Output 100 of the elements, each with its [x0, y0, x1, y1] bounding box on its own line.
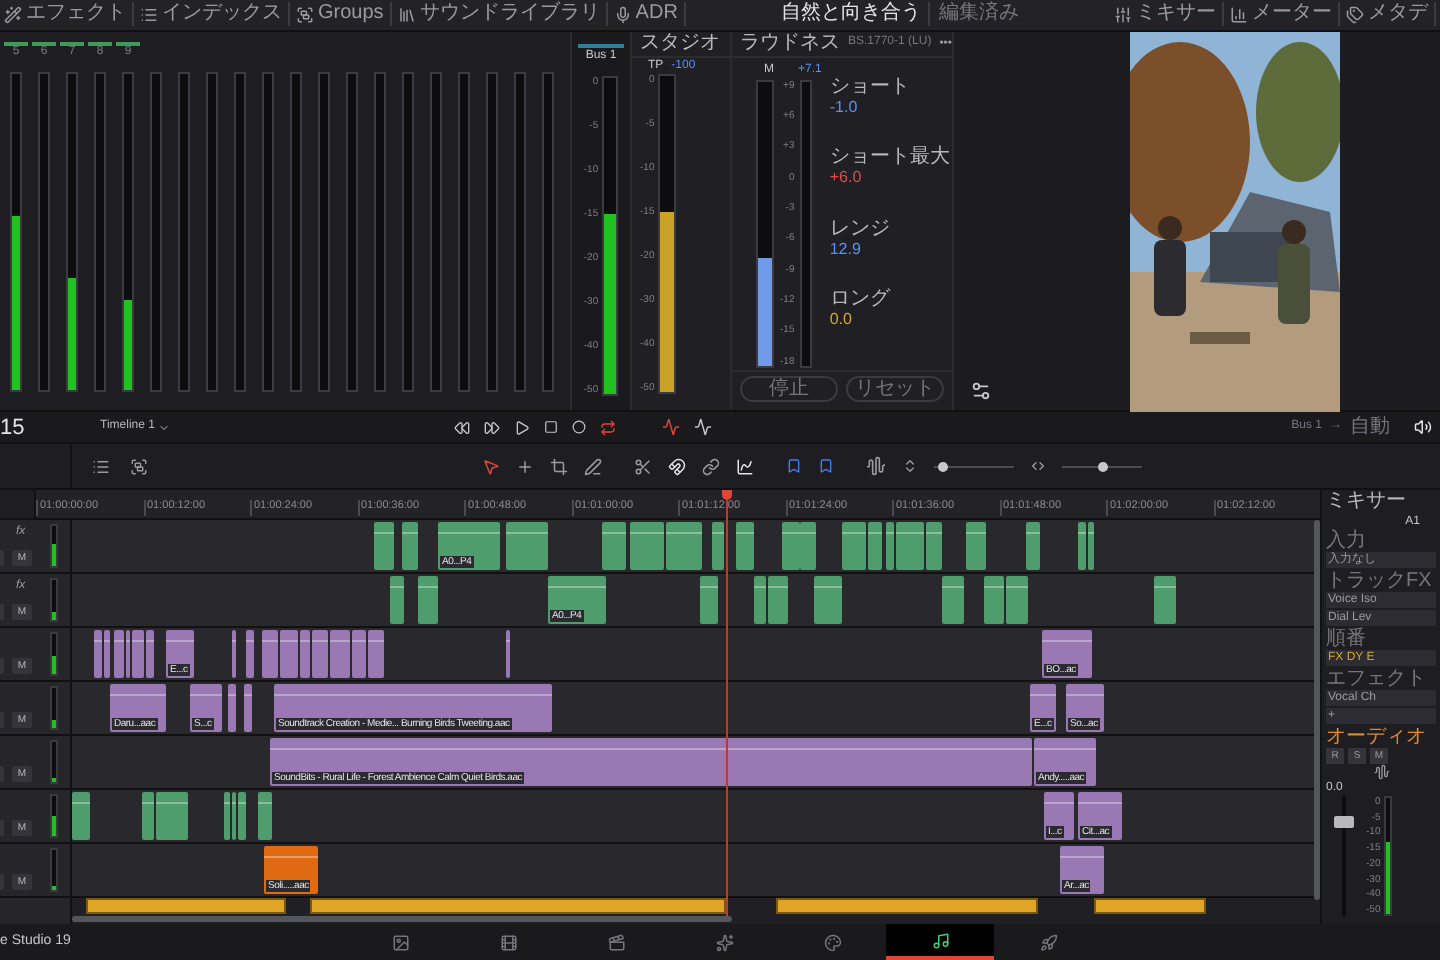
audio-clip[interactable] [146, 630, 154, 678]
audio-clip[interactable] [238, 792, 246, 840]
audio-clip[interactable] [224, 792, 230, 840]
audio-clip[interactable] [602, 522, 626, 570]
audio-clip[interactable] [1154, 576, 1176, 624]
scissors-icon[interactable] [634, 457, 652, 476]
settings-icon[interactable] [970, 379, 992, 402]
audio-clip[interactable] [262, 630, 278, 678]
stop-icon[interactable] [544, 420, 559, 435]
loudness-button[interactable]: 停止 [740, 375, 838, 402]
play-icon[interactable] [514, 419, 531, 436]
trim-icon[interactable] [550, 457, 568, 476]
audio-clip[interactable] [868, 522, 882, 570]
audio-clip[interactable] [800, 522, 816, 570]
audio-clip[interactable] [1088, 522, 1094, 570]
audio-clip[interactable] [754, 576, 766, 624]
marker-icon[interactable] [818, 458, 834, 475]
audio-clip[interactable] [886, 522, 894, 570]
master-clip[interactable] [310, 898, 726, 914]
loop-icon[interactable] [600, 419, 617, 436]
audio-clip[interactable] [842, 522, 866, 570]
width-icon[interactable] [1030, 458, 1046, 475]
zoom-slider-thumb[interactable] [937, 461, 948, 472]
bar-chart-icon[interactable] [1230, 5, 1249, 24]
audio-clip[interactable] [374, 522, 394, 570]
audio-clip[interactable] [402, 522, 418, 570]
audio-clip[interactable] [942, 576, 964, 624]
audio-clip[interactable] [228, 684, 236, 732]
audio-clip[interactable] [330, 630, 350, 678]
workspace-toggle-label[interactable]: メーター [1252, 2, 1333, 27]
audio-clip[interactable] [72, 792, 90, 840]
audio-clip[interactable] [712, 522, 724, 570]
audio-clip[interactable] [1026, 522, 1040, 570]
audio-clip[interactable] [280, 630, 298, 678]
audio-clip[interactable] [258, 792, 272, 840]
audio-clip[interactable] [368, 630, 384, 678]
audio-clip[interactable] [390, 576, 404, 624]
audio-clip[interactable] [700, 576, 718, 624]
audio-clip[interactable] [114, 630, 124, 678]
waveform-icon[interactable] [866, 456, 886, 477]
list-icon[interactable] [140, 5, 158, 24]
audio-clip[interactable] [1006, 576, 1028, 624]
pen-icon[interactable] [584, 457, 602, 476]
master-clip[interactable] [776, 898, 1038, 914]
vertical-scrollbar[interactable] [1314, 520, 1320, 900]
height-icon[interactable] [902, 458, 918, 475]
record-icon[interactable] [572, 420, 587, 435]
list-icon[interactable] [92, 457, 110, 476]
audio-clip[interactable] [782, 522, 800, 570]
audio-clip[interactable] [352, 630, 366, 678]
graph-icon[interactable] [736, 457, 754, 476]
link-icon[interactable] [702, 457, 720, 476]
audio-clip[interactable] [418, 576, 438, 624]
tags-icon[interactable] [1346, 5, 1365, 24]
page-tab[interactable] [886, 924, 994, 960]
audio-clip[interactable] [506, 522, 548, 570]
group-icon[interactable] [296, 5, 314, 24]
audio-clip[interactable] [814, 576, 842, 624]
panel-toggle-label[interactable]: Groups [318, 2, 384, 27]
audio-clip[interactable] [300, 630, 310, 678]
microphone-icon[interactable] [613, 5, 632, 24]
loudness-button[interactable]: リセット [846, 375, 944, 402]
audio-clip[interactable] [966, 522, 986, 570]
audio-clip[interactable] [984, 576, 1004, 624]
waveform-icon[interactable] [1373, 764, 1389, 780]
audio-clip[interactable] [1078, 522, 1086, 570]
fader-thumb[interactable] [1334, 816, 1354, 829]
pointer-icon[interactable] [482, 457, 500, 476]
audio-clip[interactable] [94, 630, 102, 678]
rewind-icon[interactable] [454, 419, 471, 436]
horizontal-scrollbar[interactable] [72, 916, 732, 922]
audio-clip[interactable] [132, 630, 144, 678]
audio-clip[interactable] [896, 522, 924, 570]
panel-toggle-label[interactable]: ADR [635, 2, 678, 27]
audio-clip[interactable] [104, 630, 110, 678]
zoom-slider-thumb[interactable] [1097, 461, 1107, 472]
crosshair-icon[interactable] [516, 457, 534, 476]
playhead-marker[interactable] [722, 490, 732, 500]
audio-clip[interactable] [736, 522, 754, 570]
wand-icon[interactable] [4, 5, 22, 24]
sliders-icon[interactable] [1114, 5, 1133, 24]
audio-clip[interactable] [246, 630, 254, 678]
workspace-toggle-label[interactable]: メタデ [1368, 2, 1429, 27]
panel-toggle-label[interactable]: インデックス [162, 2, 282, 27]
workspace-toggle-label[interactable]: ミキサー [1136, 2, 1217, 27]
automation-mode[interactable]: 自動 [1350, 415, 1390, 440]
audio-clip[interactable] [926, 522, 942, 570]
audio-clip[interactable] [768, 576, 788, 624]
magnet-icon[interactable] [668, 457, 686, 476]
audio-clip[interactable] [666, 522, 702, 570]
panel-toggle-label[interactable]: サウンドライブラリ [419, 2, 600, 27]
fast-forward-icon[interactable] [484, 419, 501, 436]
flag-icon[interactable] [786, 458, 802, 475]
audio-clip[interactable] [630, 522, 664, 570]
master-clip[interactable] [1094, 898, 1206, 914]
library-icon[interactable] [397, 5, 416, 24]
master-clip[interactable] [86, 898, 286, 914]
speaker-icon[interactable] [1414, 418, 1432, 437]
audio-clip[interactable] [244, 684, 252, 732]
audio-clip[interactable] [142, 792, 154, 840]
